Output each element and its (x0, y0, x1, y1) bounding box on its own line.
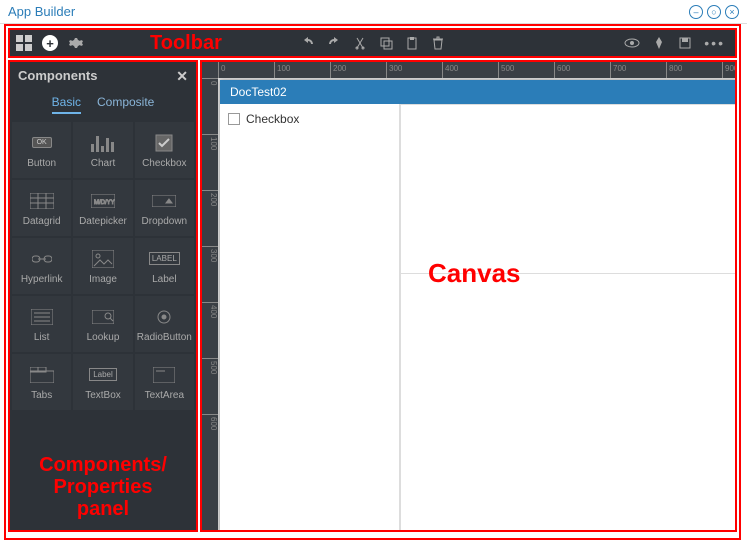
document-window[interactable]: DocTest02 Checkbox (220, 80, 735, 530)
component-hyperlink[interactable]: Hyperlink (12, 238, 71, 294)
close-icon[interactable]: × (725, 5, 739, 19)
component-lookup[interactable]: Lookup (73, 296, 132, 352)
minimize-icon[interactable]: – (689, 5, 703, 19)
component-radiobutton[interactable]: RadioButton (135, 296, 194, 352)
copy-icon[interactable] (379, 36, 393, 50)
rocket-icon[interactable] (652, 36, 666, 50)
components-panel: Components ✕ Basic Composite OKButton Ch… (8, 60, 198, 532)
ruler-horizontal: 0 100 200 300 400 500 600 700 800 900 (202, 62, 735, 78)
more-icon[interactable]: ••• (704, 35, 725, 51)
preview-icon[interactable] (624, 36, 640, 50)
component-grid: OKButton Chart Checkbox Datagrid M/D/YYD… (10, 120, 196, 412)
canvas-area: 0 100 200 300 400 500 600 700 800 900 0 … (200, 60, 737, 532)
panel-annotation: Components/Propertiespanel (10, 454, 196, 520)
tab-basic[interactable]: Basic (52, 95, 81, 114)
component-textbox[interactable]: LabelTextBox (73, 354, 132, 410)
window-controls: – ○ × (689, 5, 739, 19)
window-title: App Builder (8, 4, 75, 19)
component-label[interactable]: LABELLabel (135, 238, 194, 294)
tab-composite[interactable]: Composite (97, 95, 154, 114)
component-textarea[interactable]: TextArea (135, 354, 194, 410)
app-outline: + Toolbar ••• Components ✕ Basic (4, 24, 741, 540)
toolbar: + Toolbar ••• (8, 28, 737, 58)
checkbox-label: Checkbox (246, 112, 299, 126)
component-chart[interactable]: Chart (73, 122, 132, 178)
document-left-pane[interactable]: Checkbox (220, 104, 400, 530)
redo-icon[interactable] (327, 36, 341, 50)
document-right-pane[interactable] (400, 104, 735, 530)
component-list[interactable]: List (12, 296, 71, 352)
cut-icon[interactable] (353, 36, 367, 50)
component-tabs[interactable]: Tabs (12, 354, 71, 410)
panel-close-icon[interactable]: ✕ (176, 68, 188, 85)
canvas-annotation: Canvas (428, 258, 521, 289)
component-datagrid[interactable]: Datagrid (12, 180, 71, 236)
document-title[interactable]: DocTest02 (220, 80, 735, 104)
ruler-vertical: 0 100 200 300 400 500 600 (202, 78, 218, 530)
apps-icon[interactable] (16, 35, 32, 51)
toolbar-annotation: Toolbar (150, 32, 222, 55)
settings-icon[interactable] (68, 35, 84, 51)
component-button[interactable]: OKButton (12, 122, 71, 178)
add-button[interactable]: + (42, 35, 58, 51)
checkbox-icon[interactable] (228, 113, 240, 125)
delete-icon[interactable] (431, 36, 445, 50)
panel-title: Components (18, 68, 97, 85)
component-checkbox[interactable]: Checkbox (135, 122, 194, 178)
canvas-workspace[interactable]: DocTest02 Checkbox (218, 78, 735, 530)
component-image[interactable]: Image (73, 238, 132, 294)
paste-icon[interactable] (405, 36, 419, 50)
window-header: App Builder – ○ × (0, 0, 747, 24)
save-icon[interactable] (678, 36, 692, 50)
svg-text:M/D/YY: M/D/YY (94, 200, 115, 206)
maximize-icon[interactable]: ○ (707, 5, 721, 19)
undo-icon[interactable] (301, 36, 315, 50)
canvas-checkbox[interactable]: Checkbox (228, 112, 391, 126)
component-datepicker[interactable]: M/D/YYDatepicker (73, 180, 132, 236)
component-dropdown[interactable]: Dropdown (135, 180, 194, 236)
